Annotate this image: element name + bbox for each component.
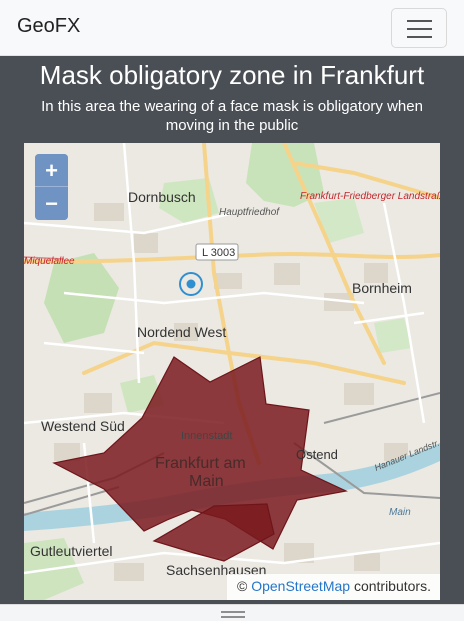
navbar: GeoFX — [0, 0, 464, 56]
hamburger-icon — [407, 20, 432, 22]
label-miquelallee: Miquelallee — [24, 256, 75, 267]
label-nordend-west: Nordend West — [137, 324, 226, 340]
main-panel: Mask obligatory zone in Frankfurt In thi… — [0, 56, 464, 604]
map-view[interactable]: Dornbusch Hauptfriedhof L 3003 Frankfurt… — [24, 143, 440, 600]
label-bornheim: Bornheim — [352, 280, 412, 296]
label-frankfurt-am-main: Frankfurt am — [155, 455, 246, 472]
label-westend-sued: Westend Süd — [41, 418, 125, 434]
drag-handle-icon[interactable] — [221, 611, 245, 613]
label-road-l3003: L 3003 — [202, 247, 235, 259]
label-main-river: Main — [389, 507, 411, 518]
label-landstrasse: Frankfurt-Friedberger Landstraße — [300, 191, 440, 202]
zoom-in-button[interactable]: + — [35, 154, 68, 187]
brand-logo[interactable]: GeoFX — [17, 15, 80, 38]
osm-link[interactable]: OpenStreetMap — [251, 578, 350, 594]
map-attribution: © OpenStreetMap contributors. — [227, 574, 440, 600]
page-title: Mask obligatory zone in Frankfurt — [39, 60, 425, 90]
map-tiles[interactable]: Dornbusch Hauptfriedhof L 3003 Frankfurt… — [24, 143, 440, 600]
drag-handle-icon-line — [221, 616, 245, 618]
label-hauptfriedhof: Hauptfriedhof — [219, 207, 280, 218]
label-dornbusch: Dornbusch — [128, 189, 196, 205]
page-subtitle: In this area the wearing of a face mask … — [41, 98, 423, 134]
label-gutleutviertel: Gutleutviertel — [30, 543, 112, 559]
location-marker-dot — [186, 279, 196, 289]
label-innenstadt: Innenstadt — [181, 430, 232, 442]
label-ostend: Ostend — [296, 447, 338, 462]
attribution-suffix: contributors. — [350, 578, 431, 594]
menu-toggle-button[interactable] — [391, 8, 447, 48]
footer-bar — [0, 604, 464, 621]
zoom-control: + − — [35, 154, 68, 220]
attribution-prefix: © — [237, 578, 252, 594]
zoom-out-button[interactable]: − — [35, 187, 68, 220]
hamburger-icon-line — [407, 28, 432, 30]
hamburger-icon-line — [407, 36, 432, 38]
label-frankfurt-main: Main — [189, 473, 224, 490]
